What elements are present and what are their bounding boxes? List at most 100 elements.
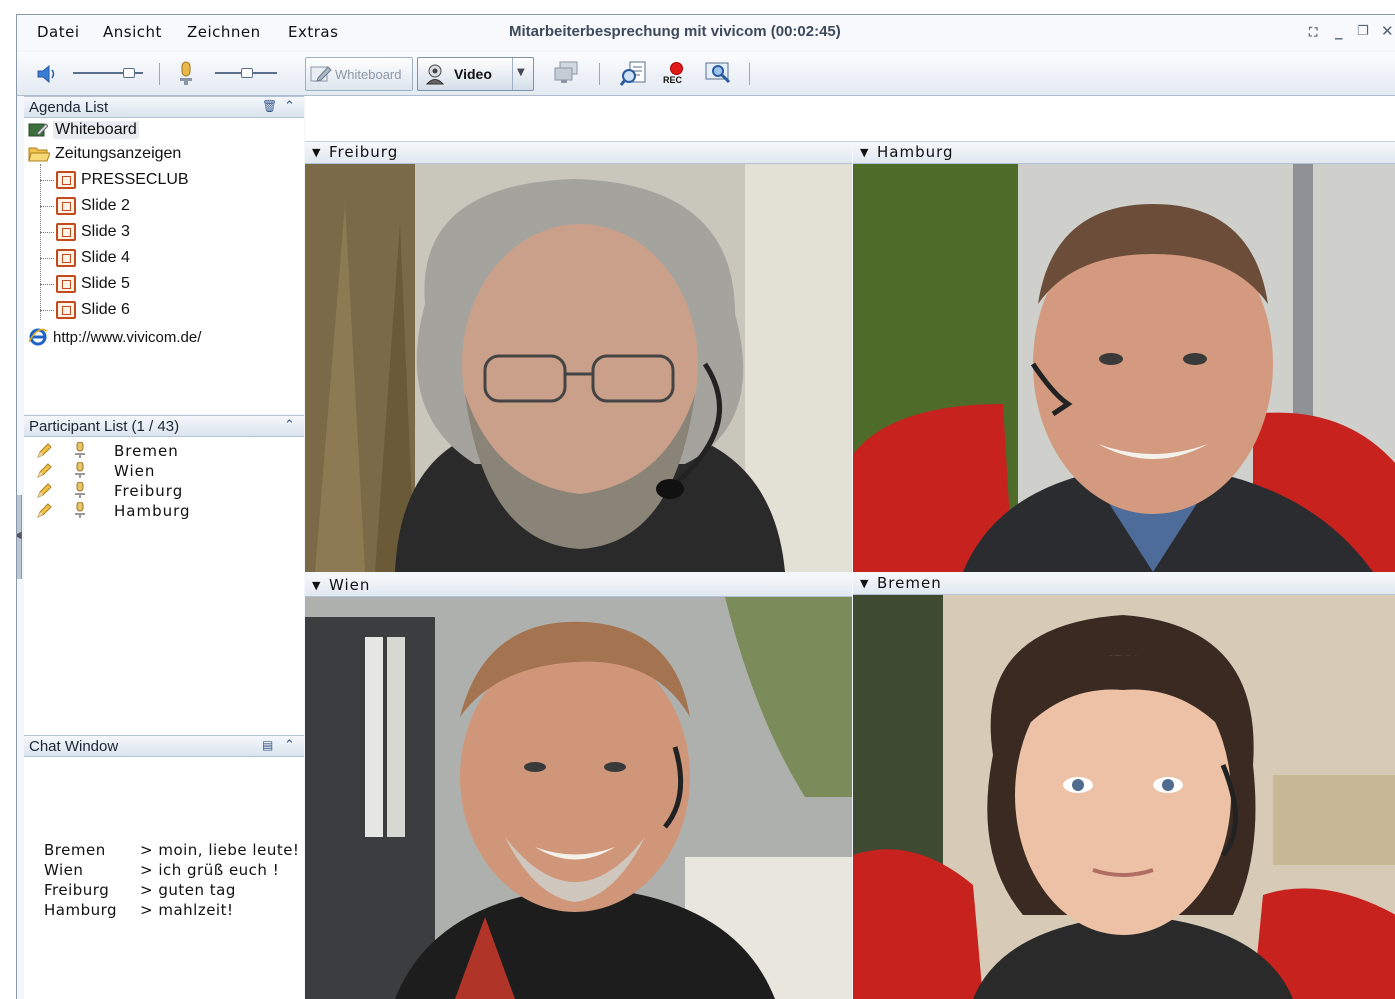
web-link-icon [28, 328, 48, 346]
record-button[interactable]: REC [663, 62, 689, 88]
collapse-chevron-icon[interactable]: ⌃ [284, 738, 295, 753]
chat-log-icon[interactable]: ▤ [262, 738, 273, 752]
agenda-item-label: PRESSECLUB [81, 171, 189, 188]
video-dropdown-chevron-icon[interactable]: ▼ [517, 67, 525, 78]
video-button-divider [512, 58, 513, 90]
agenda-item-slide[interactable]: PRESSECLUB [56, 168, 189, 192]
microphone-slider[interactable] [215, 68, 277, 78]
folder-open-icon [28, 147, 50, 162]
agenda-item-slide[interactable]: Slide 3 [56, 220, 130, 244]
chat-text: > moin, liebe leute! [140, 841, 300, 859]
agenda-item-slide[interactable]: Slide 2 [56, 194, 130, 218]
fullscreen-icon[interactable]: ⛶ [1309, 25, 1317, 40]
dropdown-triangle-icon[interactable]: ▼ [312, 579, 320, 592]
toolbar-separator [159, 63, 160, 85]
agenda-item-label: Slide 6 [81, 301, 130, 318]
chat-text: > ich grüß euch ! [140, 861, 280, 879]
dropdown-triangle-icon[interactable]: ▼ [312, 146, 320, 159]
menu-datei[interactable]: Datei [37, 23, 80, 41]
dropdown-triangle-icon[interactable]: ▼ [860, 146, 868, 159]
pencil-icon [37, 443, 52, 458]
participant-name: Wien [114, 462, 156, 480]
minimize-icon[interactable]: _ [1335, 22, 1343, 40]
agenda-item-link[interactable]: http://www.vivicom.de/ [28, 325, 201, 349]
participant-list: Bremen Wien Freiburg Hamburg [24, 437, 304, 735]
chat-panel-title: Chat Window [29, 738, 119, 755]
microphone-icon[interactable] [178, 61, 194, 87]
slide-icon [56, 275, 76, 293]
volume-slider[interactable] [73, 68, 143, 78]
video-tile-header[interactable]: ▼ Bremen [853, 573, 1395, 595]
whiteboard-icon [310, 66, 332, 82]
collapse-chevron-icon[interactable]: ⌃ [284, 99, 295, 114]
chat-panel-header: Chat Window ▤ ⌃ [24, 735, 304, 757]
video-tile-name: Hamburg [877, 143, 954, 161]
pencil-icon [37, 463, 52, 478]
tree-connector [40, 164, 41, 320]
video-feed-hamburg [853, 164, 1395, 572]
video-tile-header[interactable]: ▼ Wien [305, 575, 852, 597]
trash-icon[interactable]: 🗑 [262, 99, 277, 113]
video-tile-name: Freiburg [329, 143, 399, 161]
video-tile-header[interactable]: ▼ Hamburg [853, 142, 1395, 164]
video-tile-bremen[interactable]: ▼ Bremen [853, 573, 1395, 999]
whiteboard-button-label: Whiteboard [335, 66, 402, 82]
volume-slider-knob[interactable] [123, 68, 135, 78]
close-icon[interactable]: ✕ [1381, 22, 1394, 40]
screen-share-icon[interactable] [553, 61, 581, 85]
dropdown-triangle-icon[interactable]: ▼ [860, 577, 868, 590]
agenda-item-label: Slide 2 [81, 197, 130, 214]
chat-text: > mahlzeit! [140, 901, 234, 919]
video-tile-wien[interactable]: ▼ Wien [305, 575, 852, 999]
pencil-icon [37, 483, 52, 498]
chat-text: > guten tag [140, 881, 236, 899]
microphone-icon [75, 442, 85, 458]
microphone-slider-knob[interactable] [241, 68, 253, 78]
participant-name: Bremen [114, 442, 179, 460]
chat-sender: Bremen [44, 841, 106, 859]
tree-connector [40, 284, 54, 285]
slide-icon [56, 249, 76, 267]
agenda-item-slide[interactable]: Slide 4 [56, 246, 130, 270]
video-button[interactable]: Video ▼ [417, 57, 534, 91]
agenda-panel-header: Agenda List 🗑 ⌃ [24, 96, 304, 118]
restore-icon[interactable]: ❐ [1357, 24, 1369, 39]
snapshot-zoom-icon[interactable] [705, 61, 735, 87]
video-button-label: Video [454, 66, 492, 82]
chat-sender: Freiburg [44, 881, 110, 899]
agenda-item-label: Slide 4 [81, 249, 130, 266]
video-tile-freiburg[interactable]: ▼ Freiburg [305, 142, 852, 572]
slide-icon [56, 171, 76, 189]
tree-connector [40, 310, 54, 311]
title-bar: Datei Ansicht Zeichnen Extras Mitarbeite… [17, 15, 1395, 50]
speaker-icon[interactable] [37, 65, 59, 83]
tree-connector [40, 258, 54, 259]
panel-resize-handle[interactable]: ◀ [17, 495, 22, 579]
slide-icon [56, 301, 76, 319]
video-feed-freiburg [305, 164, 852, 572]
tree-connector [40, 206, 54, 207]
record-dot-icon [670, 62, 683, 75]
chat-message: Hamburg > mahlzeit! [44, 901, 233, 919]
menu-extras[interactable]: Extras [288, 23, 338, 41]
agenda-list: Whiteboard Zeitungsanzeigen PRESSECLUB S… [24, 118, 304, 414]
menu-ansicht[interactable]: Ansicht [103, 23, 162, 41]
agenda-item-label: Slide 5 [81, 275, 130, 292]
chevron-left-icon: ◀ [17, 530, 22, 541]
video-tile-hamburg[interactable]: ▼ Hamburg [853, 142, 1395, 572]
whiteboard-button[interactable]: Whiteboard [305, 57, 413, 91]
document-search-icon[interactable] [620, 61, 650, 87]
video-tile-header[interactable]: ▼ Freiburg [305, 142, 852, 164]
agenda-item-whiteboard[interactable]: Whiteboard [28, 118, 139, 142]
microphone-icon [75, 462, 85, 478]
collapse-chevron-icon[interactable]: ⌃ [284, 418, 295, 433]
agenda-item-folder[interactable]: Zeitungsanzeigen [28, 142, 181, 166]
agenda-item-label: Slide 3 [81, 223, 130, 240]
participant-panel-title: Participant List (1 / 43) [29, 418, 180, 435]
agenda-item-slide[interactable]: Slide 6 [56, 298, 130, 322]
video-person-icon [425, 64, 445, 85]
menu-zeichnen[interactable]: Zeichnen [187, 23, 261, 41]
tree-connector [40, 180, 54, 181]
agenda-item-slide[interactable]: Slide 5 [56, 272, 130, 296]
chat-sender: Wien [44, 861, 84, 879]
